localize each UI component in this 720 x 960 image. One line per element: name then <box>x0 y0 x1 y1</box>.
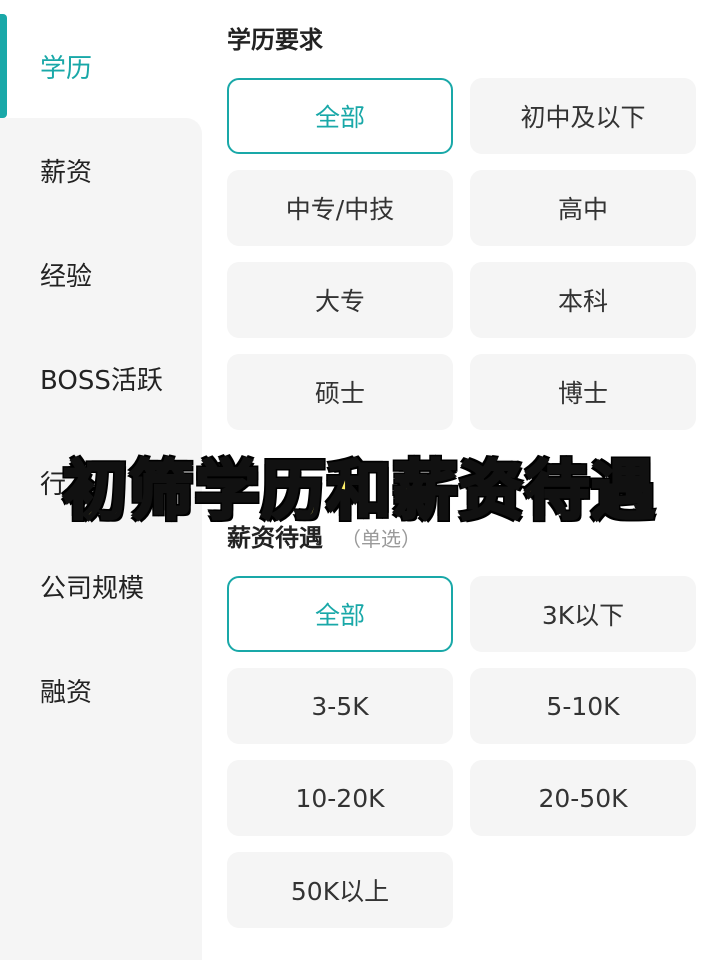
sidebar-item-label: BOSS活跃 <box>40 365 163 396</box>
sidebar-item-label: 公司规模 <box>40 573 145 604</box>
salary-option-below-3k[interactable]: 3K以下 <box>470 576 696 652</box>
sidebar-item-salary[interactable]: 薪资 <box>0 118 202 222</box>
filter-screen: 学历 薪资 经验 BOSS活跃 行 公司规模 融资 学历要求 全部 初中及以下 … <box>0 0 720 960</box>
sidebar-item-industry[interactable]: 行 <box>0 430 202 534</box>
sidebar-item-education[interactable]: 学历 <box>0 14 202 118</box>
sidebar-item-label: 行 <box>40 469 67 500</box>
education-option-doctor[interactable]: 博士 <box>470 354 696 430</box>
education-option-high-school[interactable]: 高中 <box>470 170 696 246</box>
education-option-vocational[interactable]: 中专/中技 <box>227 170 453 246</box>
sidebar-item-label: 融资 <box>40 677 93 708</box>
option-label: 本科 <box>557 287 608 316</box>
option-label: 50K以上 <box>290 877 390 906</box>
sidebar-item-boss-active[interactable]: BOSS活跃 <box>0 326 202 430</box>
salary-option-20-50k[interactable]: 20-50K <box>470 760 696 836</box>
education-option-master[interactable]: 硕士 <box>227 354 453 430</box>
option-label: 硕士 <box>314 379 365 408</box>
education-option-all[interactable]: 全部 <box>227 78 453 154</box>
option-label: 全部 <box>314 601 365 630</box>
option-label: 20-50K <box>538 783 628 813</box>
sidebar-item-company-size[interactable]: 公司规模 <box>0 534 202 638</box>
option-label: 博士 <box>557 379 608 408</box>
sidebar-item-experience[interactable]: 经验 <box>0 222 202 326</box>
salary-option-all[interactable]: 全部 <box>227 576 453 652</box>
option-label: 5-10K <box>546 691 620 721</box>
education-section-title: 学历要求 <box>227 20 323 55</box>
option-label: 全部 <box>314 103 365 132</box>
option-label: 大专 <box>314 287 365 316</box>
filter-category-sidebar: 学历 薪资 经验 BOSS活跃 行 公司规模 融资 <box>0 0 202 960</box>
education-option-junior-high[interactable]: 初中及以下 <box>470 78 696 154</box>
option-label: 中专/中技 <box>285 195 395 224</box>
section-title-text: 薪资待遇 <box>227 524 323 552</box>
section-title-text: 学历要求 <box>227 26 323 54</box>
salary-section-title: 薪资待遇 （单选） <box>227 518 421 553</box>
sidebar-item-financing[interactable]: 融资 <box>0 638 202 742</box>
option-label: 3-5K <box>311 691 369 721</box>
sidebar-item-label: 学历 <box>40 53 93 84</box>
sidebar-item-label: 经验 <box>40 261 93 292</box>
sidebar-item-label: 薪资 <box>40 157 93 188</box>
single-select-hint: （单选） <box>341 527 421 551</box>
salary-option-above-50k[interactable]: 50K以上 <box>227 852 453 928</box>
option-label: 高中 <box>557 195 608 224</box>
salary-option-3-5k[interactable]: 3-5K <box>227 668 453 744</box>
salary-option-5-10k[interactable]: 5-10K <box>470 668 696 744</box>
education-option-college[interactable]: 大专 <box>227 262 453 338</box>
option-label: 初中及以下 <box>520 103 646 132</box>
option-label: 10-20K <box>295 783 385 813</box>
education-option-bachelor[interactable]: 本科 <box>470 262 696 338</box>
option-label: 3K以下 <box>541 601 625 630</box>
salary-option-10-20k[interactable]: 10-20K <box>227 760 453 836</box>
